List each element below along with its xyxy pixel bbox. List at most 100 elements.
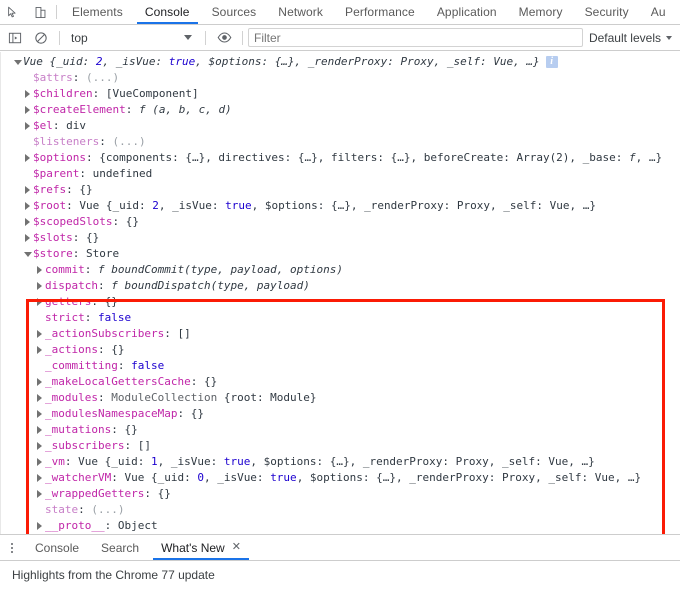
console-tree-row[interactable]: _modulesNamespaceMap: {} bbox=[12, 406, 680, 422]
console-tree-row[interactable]: state: (...) bbox=[12, 502, 680, 518]
console-message-view[interactable]: Vue {_uid: 2, _isVue: true, $options: {…… bbox=[0, 52, 680, 534]
more-options-icon[interactable] bbox=[0, 535, 24, 560]
tab-application[interactable]: Application bbox=[426, 0, 508, 24]
token: : {} bbox=[190, 375, 218, 388]
tab-console[interactable]: Console bbox=[134, 0, 201, 24]
token: $store bbox=[33, 247, 73, 260]
disclosure-triangle-right-icon[interactable] bbox=[34, 282, 45, 290]
disclosure-triangle-right-icon[interactable] bbox=[34, 378, 45, 386]
disclosure-triangle-right-icon[interactable] bbox=[34, 426, 45, 434]
kebab-dots-glyph bbox=[11, 542, 13, 553]
console-tree-row[interactable]: commit: f boundCommit(type, payload, opt… bbox=[12, 262, 680, 278]
close-icon[interactable]: ✕ bbox=[232, 542, 241, 553]
token: (...) bbox=[112, 135, 146, 148]
console-tree-row[interactable]: _makeLocalGettersCache: {} bbox=[12, 374, 680, 390]
disclosure-triangle-right-icon[interactable] bbox=[22, 90, 33, 98]
console-tree-row[interactable]: _wrappedGetters: {} bbox=[12, 486, 680, 502]
log-levels-label: Default levels bbox=[588, 30, 661, 45]
tab-sources[interactable]: Sources bbox=[201, 0, 268, 24]
disclosure-triangle-down-icon[interactable] bbox=[12, 59, 23, 65]
console-tree-row[interactable]: _actions: {} bbox=[12, 342, 680, 358]
disclosure-triangle-right-icon[interactable] bbox=[34, 490, 45, 498]
disclosure-triangle-right-icon[interactable] bbox=[34, 458, 45, 466]
drawer-tab-whats-new[interactable]: What's New ✕ bbox=[150, 535, 252, 560]
console-tree-row[interactable]: _modules: ModuleCollection {root: Module… bbox=[12, 390, 680, 406]
console-tree-row[interactable]: _mutations: {} bbox=[12, 422, 680, 438]
console-tree-row-text: Vue {_uid: 2, _isVue: true, $options: {…… bbox=[23, 54, 540, 70]
console-tree-row[interactable]: $scopedSlots: {} bbox=[12, 214, 680, 230]
token: : {} bbox=[112, 215, 139, 228]
inspect-element-icon[interactable] bbox=[0, 0, 27, 24]
token: : Vue {_uid: bbox=[64, 455, 151, 468]
token: : [VueComponent] bbox=[92, 87, 199, 100]
token: , …} bbox=[635, 151, 663, 164]
disclosure-triangle-right-icon[interactable] bbox=[34, 346, 45, 354]
console-tree-row[interactable]: strict: false bbox=[12, 310, 680, 326]
console-tree-row[interactable]: $listeners: (...) bbox=[12, 134, 680, 150]
console-tree-row[interactable]: Vue {_uid: 2, _isVue: true, $options: {…… bbox=[12, 54, 680, 70]
log-levels-selector[interactable]: Default levels bbox=[589, 31, 678, 45]
token: true bbox=[225, 199, 252, 212]
console-tree-row[interactable]: $attrs: (...) bbox=[12, 70, 680, 86]
disclosure-triangle-right-icon[interactable] bbox=[34, 410, 45, 418]
console-tree-row[interactable]: $createElement: f (a, b, c, d) bbox=[12, 102, 680, 118]
token: : div bbox=[52, 119, 86, 132]
console-tree-row[interactable]: _committing: false bbox=[12, 358, 680, 374]
tab-elements[interactable]: Elements bbox=[61, 0, 134, 24]
token: _committing bbox=[45, 359, 118, 372]
console-tree-row[interactable]: $parent: undefined bbox=[12, 166, 680, 182]
tab-security[interactable]: Security bbox=[574, 0, 640, 24]
disclosure-triangle-right-icon[interactable] bbox=[22, 122, 33, 130]
device-toolbar-icon[interactable] bbox=[27, 0, 54, 24]
disclosure-triangle-right-icon[interactable] bbox=[34, 442, 45, 450]
drawer-tab-search[interactable]: Search bbox=[90, 535, 150, 560]
disclosure-triangle-right-icon[interactable] bbox=[34, 266, 45, 274]
disclosure-triangle-right-icon[interactable] bbox=[22, 186, 33, 194]
console-tree-row[interactable]: $options: {components: {…}, directives: … bbox=[12, 150, 680, 166]
toolbar-divider bbox=[59, 30, 60, 45]
disclosure-triangle-right-icon[interactable] bbox=[34, 330, 45, 338]
tab-audits[interactable]: Au bbox=[640, 0, 677, 24]
console-filter-input[interactable] bbox=[248, 28, 583, 47]
tab-performance[interactable]: Performance bbox=[334, 0, 426, 24]
console-tree-row-text: _modulesNamespaceMap: {} bbox=[45, 406, 204, 422]
execution-context-selector[interactable]: top bbox=[65, 28, 200, 48]
console-tree-row[interactable]: $el: div bbox=[12, 118, 680, 134]
disclosure-triangle-right-icon[interactable] bbox=[22, 154, 33, 162]
console-tree-row[interactable]: dispatch: f boundDispatch(type, payload) bbox=[12, 278, 680, 294]
token: true bbox=[270, 471, 297, 484]
console-tree-row[interactable]: __proto__: Object bbox=[12, 518, 680, 534]
console-tree-row[interactable]: getters: {} bbox=[12, 294, 680, 310]
console-tree-row[interactable]: _subscribers: [] bbox=[12, 438, 680, 454]
console-tree-row[interactable]: $children: [VueComponent] bbox=[12, 86, 680, 102]
token: : Vue {_uid: bbox=[66, 199, 153, 212]
console-tree-row[interactable]: $store: Store bbox=[12, 246, 680, 262]
console-tree-row[interactable]: _actionSubscribers: [] bbox=[12, 326, 680, 342]
info-badge-icon[interactable]: i bbox=[545, 56, 558, 68]
tab-network[interactable]: Network bbox=[267, 0, 334, 24]
show-console-sidebar-icon[interactable] bbox=[2, 26, 28, 50]
console-tree-row[interactable]: $root: Vue {_uid: 2, _isVue: true, $opti… bbox=[12, 198, 680, 214]
disclosure-triangle-down-icon[interactable] bbox=[22, 251, 33, 257]
token: : Vue {_uid: bbox=[111, 471, 198, 484]
console-tree-row[interactable]: $slots: {} bbox=[12, 230, 680, 246]
token: $parent bbox=[33, 167, 80, 180]
toolbar-divider bbox=[205, 30, 206, 45]
drawer-tab-console[interactable]: Console bbox=[24, 535, 90, 560]
disclosure-triangle-right-icon[interactable] bbox=[34, 298, 45, 306]
disclosure-triangle-right-icon[interactable] bbox=[22, 234, 33, 242]
console-tree-row-text: $refs: {} bbox=[33, 182, 93, 198]
disclosure-triangle-right-icon[interactable] bbox=[34, 522, 45, 530]
disclosure-triangle-right-icon[interactable] bbox=[22, 106, 33, 114]
tab-memory[interactable]: Memory bbox=[508, 0, 574, 24]
token: $options bbox=[33, 151, 86, 164]
console-tree-row[interactable]: _watcherVM: Vue {_uid: 0, _isVue: true, … bbox=[12, 470, 680, 486]
disclosure-triangle-right-icon[interactable] bbox=[34, 474, 45, 482]
live-expression-eye-icon[interactable] bbox=[211, 26, 237, 50]
clear-console-icon[interactable] bbox=[28, 26, 54, 50]
console-tree-row[interactable]: _vm: Vue {_uid: 1, _isVue: true, $option… bbox=[12, 454, 680, 470]
disclosure-triangle-right-icon[interactable] bbox=[34, 394, 45, 402]
console-tree-row[interactable]: $refs: {} bbox=[12, 182, 680, 198]
disclosure-triangle-right-icon[interactable] bbox=[22, 202, 33, 210]
disclosure-triangle-right-icon[interactable] bbox=[22, 218, 33, 226]
